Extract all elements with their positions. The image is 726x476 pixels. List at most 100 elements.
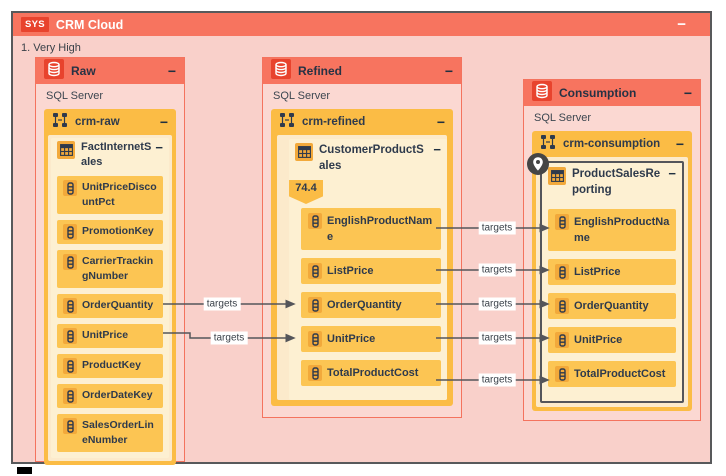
- column-icon: [63, 358, 77, 374]
- column-icon: [63, 298, 77, 314]
- collapse-table-button[interactable]: −: [155, 140, 163, 155]
- edge-label[interactable]: targets: [479, 264, 516, 277]
- edge-label[interactable]: targets: [479, 222, 516, 235]
- database-icon: [44, 59, 64, 84]
- schema-contents-panel: FactInternetSales − UnitPriceDiscountPct…: [48, 135, 172, 461]
- schema-header[interactable]: crm-consumption −: [532, 131, 692, 157]
- column-icon: [555, 366, 569, 382]
- column-node[interactable]: EnglishProductName: [548, 209, 676, 251]
- column-node[interactable]: CarrierTrackingNumber: [57, 250, 163, 288]
- schema-contents-panel: CustomerProductSales − 74.4 EnglishProdu…: [277, 135, 447, 400]
- table-name: ProductSalesReporting: [572, 166, 664, 198]
- column-name: UnitPrice: [82, 328, 128, 343]
- table-grid-icon: [295, 143, 313, 161]
- schema-icon: [52, 112, 68, 133]
- system-header[interactable]: SYS CRM Cloud −: [13, 13, 710, 36]
- column-name: OrderQuantity: [82, 298, 153, 313]
- collapse-zone-button[interactable]: −: [445, 63, 453, 79]
- table-node-selected[interactable]: ProductSalesReporting − EnglishProductNa…: [540, 161, 684, 403]
- column-node[interactable]: SalesOrderLineNumber: [57, 414, 163, 452]
- column-icon: [308, 331, 322, 347]
- column-icon: [63, 254, 77, 270]
- column-name: ProductKey: [82, 358, 141, 373]
- zone-consumption-header[interactable]: Consumption −: [524, 80, 700, 106]
- schema-node-crm-refined[interactable]: crm-refined − CustomerProductSales − 74.…: [271, 109, 453, 406]
- table-header[interactable]: FactInternetSales −: [51, 138, 169, 172]
- edge-label[interactable]: targets: [479, 298, 516, 311]
- edge-label[interactable]: targets: [479, 332, 516, 345]
- column-node[interactable]: OrderDateKey: [57, 384, 163, 408]
- column-icon: [308, 297, 322, 313]
- edge-label[interactable]: targets: [204, 298, 241, 311]
- collapse-table-button[interactable]: −: [668, 166, 676, 181]
- system-title: CRM Cloud: [56, 18, 123, 32]
- column-node[interactable]: ListPrice: [548, 259, 676, 285]
- column-icon: [63, 224, 77, 240]
- schema-node-crm-raw[interactable]: crm-raw − FactInternetSales − UnitPriceD…: [44, 109, 176, 465]
- column-list: UnitPriceDiscountPct PromotionKey Carrie…: [51, 172, 169, 458]
- column-node[interactable]: ProductKey: [57, 354, 163, 378]
- zone-refined[interactable]: Refined − SQL Server crm-refined − Custo…: [262, 57, 462, 418]
- schema-icon: [279, 112, 295, 133]
- table-header[interactable]: CustomerProductSales −: [289, 139, 447, 176]
- table-grid-icon: [57, 141, 75, 159]
- scroll-nub: [17, 467, 32, 474]
- platform-label: SQL Server: [534, 112, 692, 128]
- column-node[interactable]: EnglishProductName: [301, 208, 441, 250]
- classification-label: 1. Very High: [21, 42, 81, 54]
- column-node[interactable]: UnitPrice: [301, 326, 441, 352]
- column-name: EnglishProductName: [574, 214, 671, 246]
- platform-label: SQL Server: [46, 90, 176, 106]
- schema-name: crm-consumption: [563, 138, 660, 150]
- collapse-zone-button[interactable]: −: [684, 85, 692, 101]
- column-node[interactable]: OrderQuantity: [548, 293, 676, 319]
- column-name: ListPrice: [327, 263, 373, 279]
- column-name: TotalProductCost: [574, 366, 665, 382]
- column-name: UnitPrice: [327, 331, 375, 347]
- column-name: TotalProductCost: [327, 365, 418, 381]
- schema-name: crm-refined: [302, 116, 365, 128]
- edge-label[interactable]: targets: [479, 374, 516, 387]
- column-node[interactable]: UnitPrice: [548, 327, 676, 353]
- column-icon: [63, 328, 77, 344]
- schema-name: crm-raw: [75, 116, 120, 128]
- location-pin-icon: [526, 152, 550, 181]
- column-name: OrderQuantity: [327, 297, 402, 313]
- table-header[interactable]: ProductSalesReporting −: [542, 163, 682, 200]
- column-icon: [63, 388, 77, 404]
- database-icon: [271, 59, 291, 84]
- table-node[interactable]: CustomerProductSales − 74.4 EnglishProdu…: [289, 139, 447, 400]
- zone-refined-header[interactable]: Refined −: [263, 58, 461, 84]
- column-node[interactable]: TotalProductCost: [301, 360, 441, 386]
- zone-raw-header[interactable]: Raw −: [36, 58, 184, 84]
- column-node[interactable]: UnitPriceDiscountPct: [57, 176, 163, 214]
- collapse-schema-button[interactable]: −: [437, 114, 445, 130]
- schema-node-crm-consumption[interactable]: crm-consumption − ProductSalesReporting …: [532, 131, 692, 411]
- column-node[interactable]: TotalProductCost: [548, 361, 676, 387]
- collapse-zone-button[interactable]: −: [168, 63, 176, 79]
- column-node[interactable]: ListPrice: [301, 258, 441, 284]
- zone-title: Consumption: [559, 86, 636, 100]
- zone-title: Raw: [71, 64, 96, 78]
- table-grid-icon: [548, 167, 566, 185]
- column-name: UnitPrice: [574, 332, 622, 348]
- column-node[interactable]: PromotionKey: [57, 220, 163, 244]
- table-node[interactable]: FactInternetSales − UnitPriceDiscountPct…: [51, 138, 169, 458]
- column-icon: [308, 213, 322, 229]
- collapse-system-button[interactable]: −: [677, 14, 686, 35]
- zone-consumption[interactable]: Consumption − SQL Server crm-consumption…: [523, 79, 701, 421]
- collapse-schema-button[interactable]: −: [676, 136, 684, 152]
- column-node[interactable]: OrderQuantity: [301, 292, 441, 318]
- score-badge: 74.4: [289, 180, 323, 204]
- schema-header[interactable]: crm-raw −: [44, 109, 176, 135]
- collapse-table-button[interactable]: −: [433, 142, 441, 157]
- zone-raw[interactable]: Raw − SQL Server crm-raw − FactInternetS…: [35, 57, 185, 462]
- zone-title: Refined: [298, 64, 342, 78]
- column-name: OrderQuantity: [574, 298, 649, 314]
- edge-label[interactable]: targets: [211, 332, 248, 345]
- platform-label: SQL Server: [273, 90, 453, 106]
- collapse-schema-button[interactable]: −: [160, 114, 168, 130]
- schema-header[interactable]: crm-refined −: [271, 109, 453, 135]
- column-node[interactable]: OrderQuantity: [57, 294, 163, 318]
- column-node[interactable]: UnitPrice: [57, 324, 163, 348]
